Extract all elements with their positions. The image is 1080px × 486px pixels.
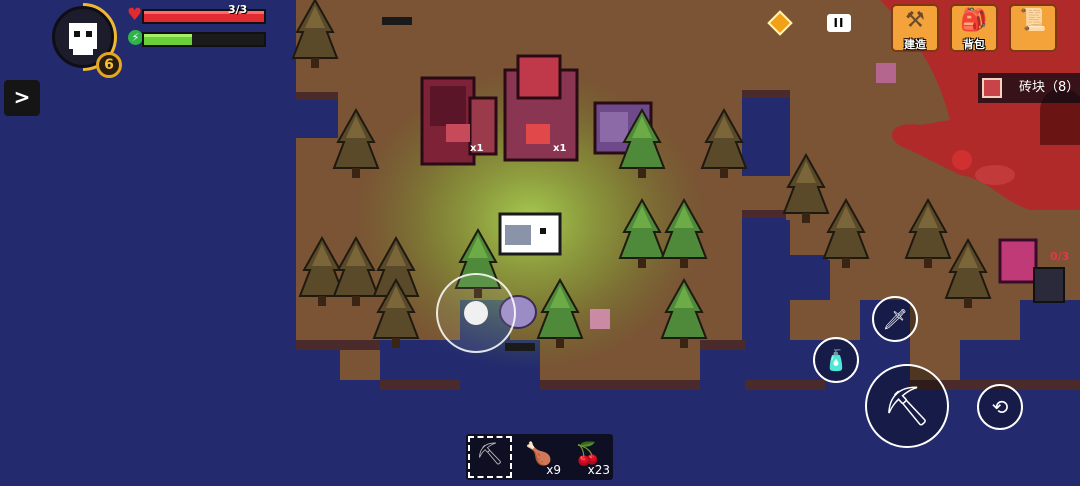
use-tool-button[interactable]: ⛏ bbox=[865, 364, 949, 448]
pink-tile bbox=[876, 63, 896, 83]
slot-count: x9 bbox=[546, 463, 561, 477]
hotbar-slot-berry[interactable]: 🍒 x23 bbox=[564, 434, 612, 480]
joystick-knob[interactable] bbox=[464, 301, 488, 325]
hotbar: ⛏ 🍗 x9 🍒 x23 bbox=[466, 434, 613, 480]
dodge-button[interactable]: ⟲ bbox=[977, 384, 1023, 430]
health-bar bbox=[142, 9, 266, 24]
furnace-count: x1 bbox=[470, 143, 483, 154]
resource-tooltip-text: 砖块（8） bbox=[1019, 80, 1080, 95]
level-badge: 6 bbox=[96, 52, 122, 78]
structure-health-bar bbox=[382, 17, 412, 25]
bag-icon: 🎒 bbox=[960, 8, 988, 33]
energy-bar bbox=[142, 32, 266, 47]
attack-button[interactable]: 🗡 bbox=[872, 296, 918, 342]
resource-tooltip: 砖块（8） bbox=[978, 73, 1080, 103]
energy-icon: ⚡ bbox=[128, 30, 143, 45]
bag-button[interactable]: 🎒 背包 bbox=[950, 4, 998, 52]
hammer-icon: ⚒ bbox=[905, 8, 925, 33]
pickaxe-action-icon: ⛏ bbox=[882, 384, 932, 428]
health-text: 3/3 bbox=[228, 3, 248, 16]
scroll-icon: 📜 bbox=[1019, 8, 1047, 33]
rock-health-bar bbox=[505, 343, 535, 351]
hotbar-slot-pickaxe[interactable]: ⛏ bbox=[466, 434, 514, 480]
energy-fill bbox=[144, 34, 192, 45]
potion-button[interactable]: 🧴 bbox=[813, 337, 859, 383]
enemy-label: 0/3 bbox=[1050, 250, 1069, 263]
anvil-count: x1 bbox=[553, 143, 566, 154]
roll-icon: ⟲ bbox=[991, 395, 1009, 419]
slot-count: x23 bbox=[587, 463, 610, 477]
hotbar-slot-meat[interactable]: 🍗 x9 bbox=[515, 434, 563, 480]
sword-icon: 🗡 bbox=[882, 307, 908, 331]
player-character bbox=[498, 212, 562, 256]
build-label: 建造 bbox=[904, 38, 926, 51]
brick-icon bbox=[982, 78, 1002, 98]
expand-menu-button[interactable]: > bbox=[4, 80, 40, 116]
scroll-button[interactable]: 📜 bbox=[1009, 4, 1057, 52]
pickaxe-icon: ⛏ bbox=[476, 442, 504, 467]
build-button[interactable]: ⚒ 建造 bbox=[891, 4, 939, 52]
pause-button[interactable]: II bbox=[827, 14, 851, 32]
pink-tile bbox=[590, 309, 610, 329]
heart-icon: ♥ bbox=[127, 5, 143, 25]
potion-icon: 🧴 bbox=[823, 348, 849, 372]
bag-label: 背包 bbox=[963, 38, 985, 51]
